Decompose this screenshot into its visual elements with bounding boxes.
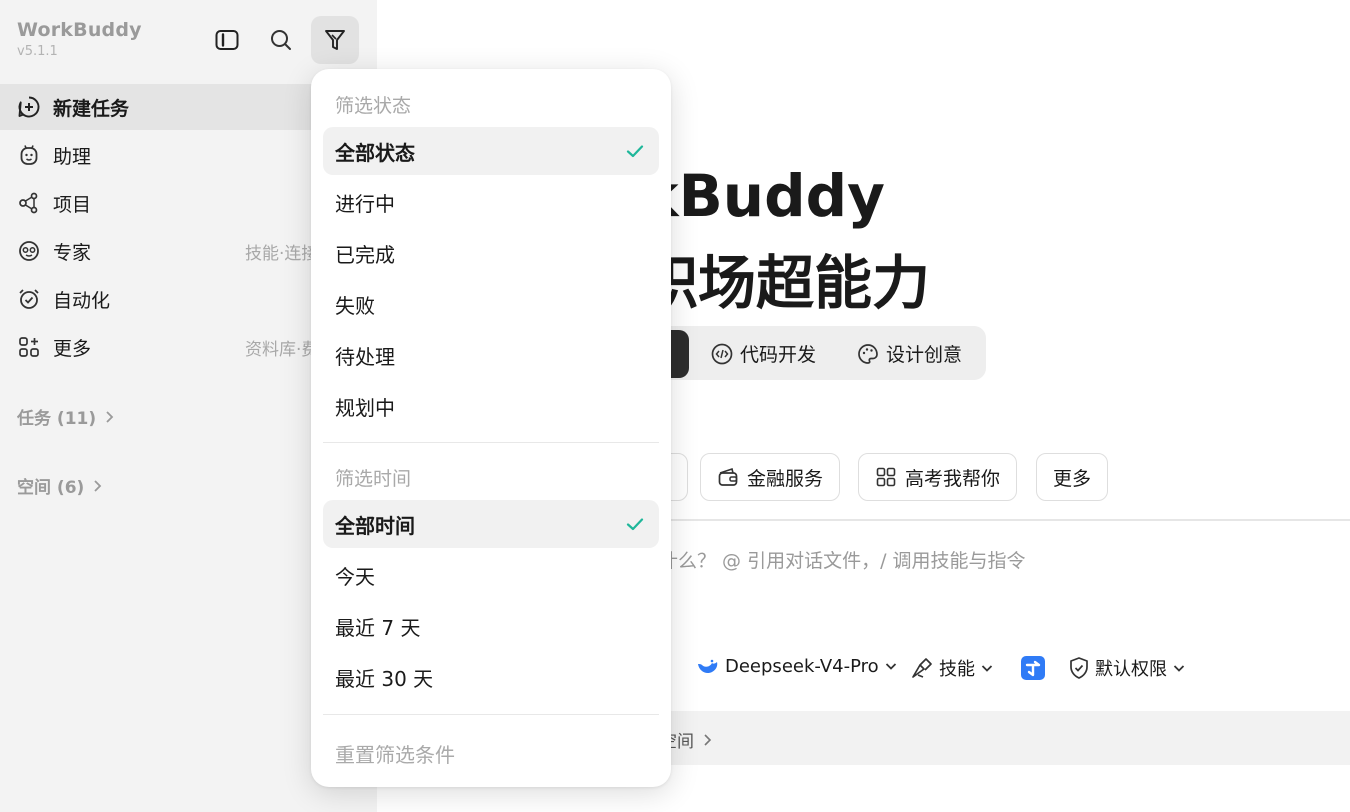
option-label: 已完成 xyxy=(335,242,395,267)
status-option-all[interactable]: 全部状态 xyxy=(323,127,659,175)
project-icon xyxy=(17,191,41,215)
status-option-completed[interactable]: 已完成 xyxy=(323,229,659,277)
chip-finance[interactable]: 金融服务 xyxy=(700,453,841,501)
tab-design[interactable]: 设计创意 xyxy=(856,340,962,367)
status-option-failed[interactable]: 失败 xyxy=(323,280,659,328)
nav-label: 项目 xyxy=(53,193,92,216)
search-icon xyxy=(271,30,291,50)
tasks-label: 任务 (11) xyxy=(17,409,97,429)
plugin-logo-icon xyxy=(1021,656,1045,680)
search-button[interactable] xyxy=(257,16,305,64)
spaces-section-header[interactable]: 空间 (6) xyxy=(17,473,104,498)
option-label: 失败 xyxy=(335,293,375,318)
tab-label: 设计创意 xyxy=(886,344,963,366)
workspace-bar xyxy=(640,711,1350,765)
alarm-clock-icon xyxy=(17,287,41,311)
option-label: 全部状态 xyxy=(335,140,415,165)
app-name: WorkBuddy xyxy=(17,19,142,41)
option-label: 全部时间 xyxy=(335,513,415,538)
dropdown-divider xyxy=(323,442,659,443)
status-option-planning[interactable]: 规划中 xyxy=(323,382,659,430)
chevron-right-icon xyxy=(106,410,114,423)
reset-filters-button[interactable]: 重置筛选条件 xyxy=(335,739,455,768)
filter-dropdown: 筛选状态 全部状态 进行中 已完成 失败 待处理 规划中 筛选时间 全部时间 今… xyxy=(311,69,671,787)
input-divider xyxy=(640,519,1350,521)
chip-label: 高考我帮你 xyxy=(905,467,1001,490)
spaces-label: 空间 (6) xyxy=(17,478,85,498)
time-option-30-days[interactable]: 最近 30 天 xyxy=(323,653,659,701)
hero-title: kBuddy xyxy=(640,162,885,230)
time-option-all[interactable]: 全部时间 xyxy=(323,500,659,548)
shield-check-icon xyxy=(1070,657,1088,679)
skills-label: 技能 xyxy=(939,659,975,680)
check-icon xyxy=(626,145,644,158)
skills-icon xyxy=(912,658,932,678)
expert-icon xyxy=(17,239,41,263)
plus-circle-icon xyxy=(17,95,41,119)
filter-button[interactable] xyxy=(311,16,359,64)
permission-label: 默认权限 xyxy=(1095,659,1167,680)
app-version: v5.1.1 xyxy=(17,44,58,59)
tasks-section-header[interactable]: 任务 (11) xyxy=(17,404,116,429)
nav-sublabel: 资料库·费 xyxy=(245,339,319,360)
option-label: 待处理 xyxy=(335,344,395,369)
time-option-today[interactable]: 今天 xyxy=(323,551,659,599)
nav-label: 新建任务 xyxy=(53,97,130,120)
chevron-right-icon xyxy=(94,479,102,492)
hero-subtitle: 职场超能力 xyxy=(640,249,931,317)
time-option-7-days[interactable]: 最近 7 天 xyxy=(323,602,659,650)
chevron-down-icon xyxy=(1173,665,1185,672)
palette-icon xyxy=(858,343,878,364)
nav-label: 自动化 xyxy=(53,289,111,312)
chevron-down-icon xyxy=(981,665,993,672)
option-label: 进行中 xyxy=(335,191,395,216)
deepseek-icon xyxy=(698,659,718,674)
chevron-down-icon xyxy=(885,663,896,670)
chip-gaokao[interactable]: 高考我帮你 xyxy=(858,453,1018,501)
option-label: 最近 7 天 xyxy=(335,615,421,640)
status-option-in-progress[interactable]: 进行中 xyxy=(323,178,659,226)
option-label: 规划中 xyxy=(335,395,395,420)
dropdown-divider xyxy=(323,714,659,715)
nav-label: 更多 xyxy=(53,337,92,360)
model-selector[interactable]: Deepseek-V4-Pro xyxy=(696,655,898,677)
nav-label: 助理 xyxy=(53,145,92,168)
time-filter-heading: 筛选时间 xyxy=(335,468,412,490)
nav-sublabel: 技能·连接 xyxy=(245,243,319,264)
status-filter-heading: 筛选状态 xyxy=(335,95,412,117)
grid-icon xyxy=(876,467,896,487)
check-icon xyxy=(626,518,644,531)
nav-label: 专家 xyxy=(53,241,92,264)
chip-label: 金融服务 xyxy=(747,467,824,490)
filter-icon xyxy=(325,30,345,50)
chip-more[interactable]: 更多 xyxy=(1036,453,1109,501)
assistant-icon xyxy=(17,143,41,167)
model-label: Deepseek-V4-Pro xyxy=(725,655,879,677)
chevron-right-icon xyxy=(704,733,712,746)
sidebar-toggle-icon xyxy=(215,30,239,50)
tab-code-dev[interactable]: 代码开发 xyxy=(710,340,816,367)
permission-selector[interactable]: 默认权限 xyxy=(1068,655,1186,681)
status-option-pending[interactable]: 待处理 xyxy=(323,331,659,379)
skills-selector[interactable]: 技能 xyxy=(910,655,994,681)
option-label: 今天 xyxy=(335,564,375,589)
plugin-button[interactable] xyxy=(1020,655,1046,681)
prompt-input-placeholder[interactable]: 些什么？ @ 引用对话文件，/ 调用技能与指令 xyxy=(640,546,1026,573)
brand: WorkBuddy v5.1.1 xyxy=(17,19,142,59)
wallet-icon xyxy=(718,467,738,486)
option-label: 最近 30 天 xyxy=(335,666,434,691)
tab-label: 代码开发 xyxy=(740,344,817,366)
apps-add-icon xyxy=(17,335,41,359)
chip-label: 更多 xyxy=(1053,467,1092,490)
toggle-sidebar-button[interactable] xyxy=(203,16,251,64)
code-icon xyxy=(711,343,733,364)
